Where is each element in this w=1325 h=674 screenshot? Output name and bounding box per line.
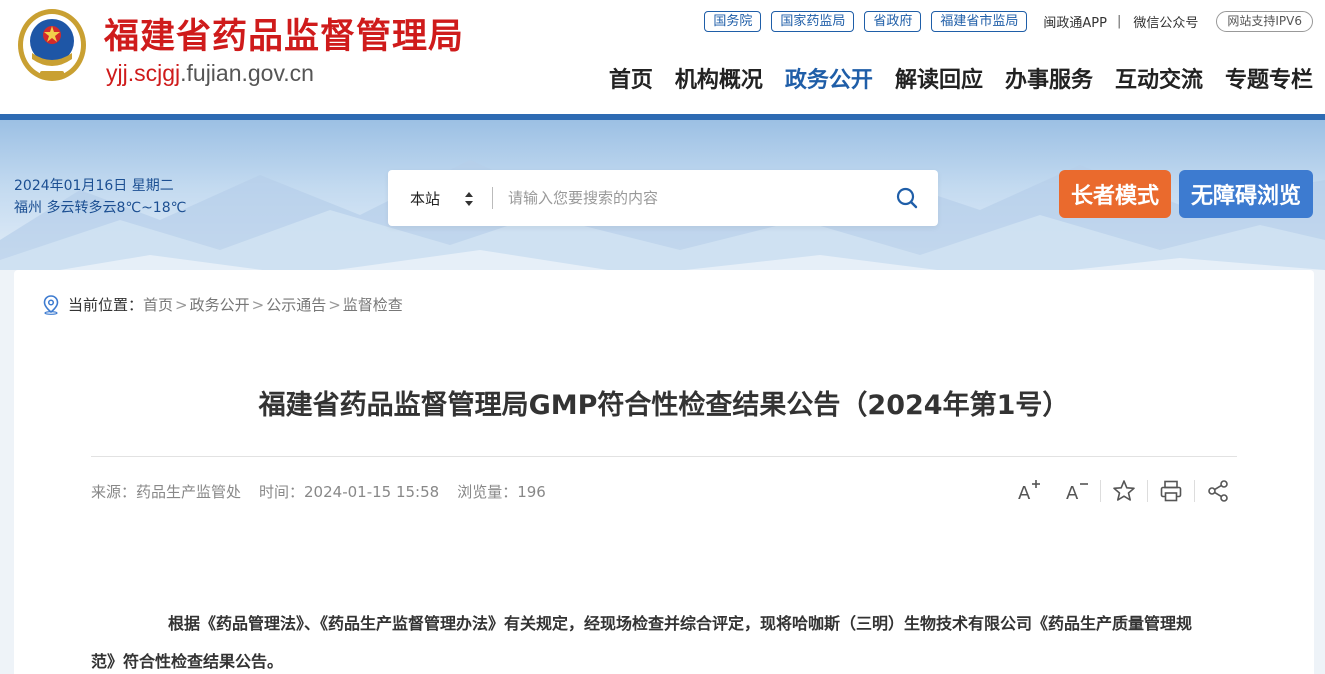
domain-highlight: yjj.scjgj xyxy=(106,60,181,86)
nav-topics[interactable]: 专题专栏 xyxy=(1225,62,1313,94)
site-domain: yjj.scjgj.fujian.gov.cn xyxy=(106,60,314,87)
search-scope-select[interactable]: 本站 xyxy=(410,188,440,209)
article-title: 福建省药品监督管理局GMP符合性检查结果公告（2024年第1号） xyxy=(258,390,1070,421)
print-icon[interactable] xyxy=(1158,478,1184,504)
breadcrumb-inspection[interactable]: 监督检查 xyxy=(343,294,403,315)
link-wechat[interactable]: 微信公众号 xyxy=(1133,12,1198,31)
breadcrumb-label: 当前位置： xyxy=(68,296,144,314)
weather-info: 福州 多云转多云8℃~18℃ xyxy=(14,200,187,216)
breadcrumb-announcements[interactable]: 公示通告 xyxy=(266,294,326,315)
article-meta: 来源：药品生产监管处 时间：2024-01-15 15:58 浏览量：196 xyxy=(91,481,564,502)
breadcrumb-home[interactable]: 首页 xyxy=(143,294,173,315)
article-source: 来源：药品生产监管处 xyxy=(91,483,242,501)
updown-arrow-icon[interactable] xyxy=(464,191,474,207)
breadcrumb-government-affairs[interactable]: 政务公开 xyxy=(190,294,250,315)
article-paragraph: 根据《药品管理法》、《药品生产监督管理办法》有关规定，经现场检查并综合评定，现将… xyxy=(91,614,1193,671)
site-title[interactable]: 福建省药品监督管理局 xyxy=(104,8,464,59)
link-separator: | xyxy=(1116,13,1122,29)
nav-organization[interactable]: 机构概况 xyxy=(675,62,763,94)
title-divider xyxy=(91,456,1237,457)
nav-government-affairs[interactable]: 政务公开 xyxy=(785,62,873,94)
svg-text:A: A xyxy=(1066,483,1079,504)
search-bar: 本站 xyxy=(388,170,938,226)
emblem-logo-icon[interactable] xyxy=(14,5,90,87)
site-header: 福建省药品监督管理局 yjj.scjgj.fujian.gov.cn 国务院 国… xyxy=(0,0,1325,114)
search-input[interactable] xyxy=(508,185,888,211)
nav-services[interactable]: 办事服务 xyxy=(1005,62,1093,94)
search-divider xyxy=(492,187,493,209)
star-icon[interactable] xyxy=(1111,478,1137,504)
breadcrumb-separator: > xyxy=(251,295,265,314)
font-decrease-icon[interactable]: A xyxy=(1064,478,1090,504)
link-provincial-gov[interactable]: 省政府 xyxy=(864,10,922,32)
ipv6-badge: 网站支持IPV6 xyxy=(1216,10,1313,32)
svg-text:A: A xyxy=(1018,483,1031,504)
article-body: 根据《药品管理法》、《药品生产监督管理办法》有关规定，经现场检查并综合评定，现将… xyxy=(91,605,1211,674)
breadcrumb-separator: > xyxy=(175,295,188,314)
font-increase-icon[interactable]: A xyxy=(1016,478,1042,504)
tool-divider xyxy=(1194,480,1195,502)
breadcrumb: 当前位置： 首页 > 政务公开 > 公示通告 > 监督检查 xyxy=(42,294,403,315)
current-date: 2024年01月16日 星期二 xyxy=(14,178,174,194)
nav-home[interactable]: 首页 xyxy=(609,62,653,94)
link-nmpa[interactable]: 国家药监局 xyxy=(771,10,855,32)
share-icon[interactable] xyxy=(1205,478,1231,504)
tool-divider xyxy=(1147,480,1148,502)
elder-mode-button[interactable]: 长者模式 xyxy=(1059,170,1171,218)
tool-divider xyxy=(1100,480,1101,502)
article-card: 当前位置： 首页 > 政务公开 > 公示通告 > 监督检查 福建省药品监督管理局GMP… xyxy=(14,270,1314,674)
link-app[interactable]: 闽政通APP xyxy=(1043,12,1107,31)
article-tools: A A xyxy=(1016,478,1231,504)
search-icon[interactable] xyxy=(896,187,918,209)
breadcrumb-separator: > xyxy=(328,295,341,314)
date-weather: 2024年01月16日 星期二 福州 多云转多云8℃~18℃ xyxy=(14,175,186,219)
link-market-supervision[interactable]: 福建省市监局 xyxy=(931,10,1028,32)
nav-interpretation[interactable]: 解读回应 xyxy=(895,62,983,94)
domain-rest: .fujian.gov.cn xyxy=(180,60,314,86)
accessibility-button[interactable]: 无障碍浏览 xyxy=(1179,170,1313,218)
nav-interaction[interactable]: 互动交流 xyxy=(1115,62,1203,94)
top-links: 国务院 国家药监局 省政府 福建省市监局 闽政通APP | 微信公众号 网站支持… xyxy=(704,9,1313,33)
article-views: 浏览量：196 xyxy=(457,483,546,501)
location-pin-icon xyxy=(43,294,59,315)
link-guowuyuan[interactable]: 国务院 xyxy=(704,10,762,32)
main-nav: 首页 机构概况 政务公开 解读回应 办事服务 互动交流 专题专栏 xyxy=(587,62,1313,94)
article-time: 时间：2024-01-15 15:58 xyxy=(259,483,440,501)
